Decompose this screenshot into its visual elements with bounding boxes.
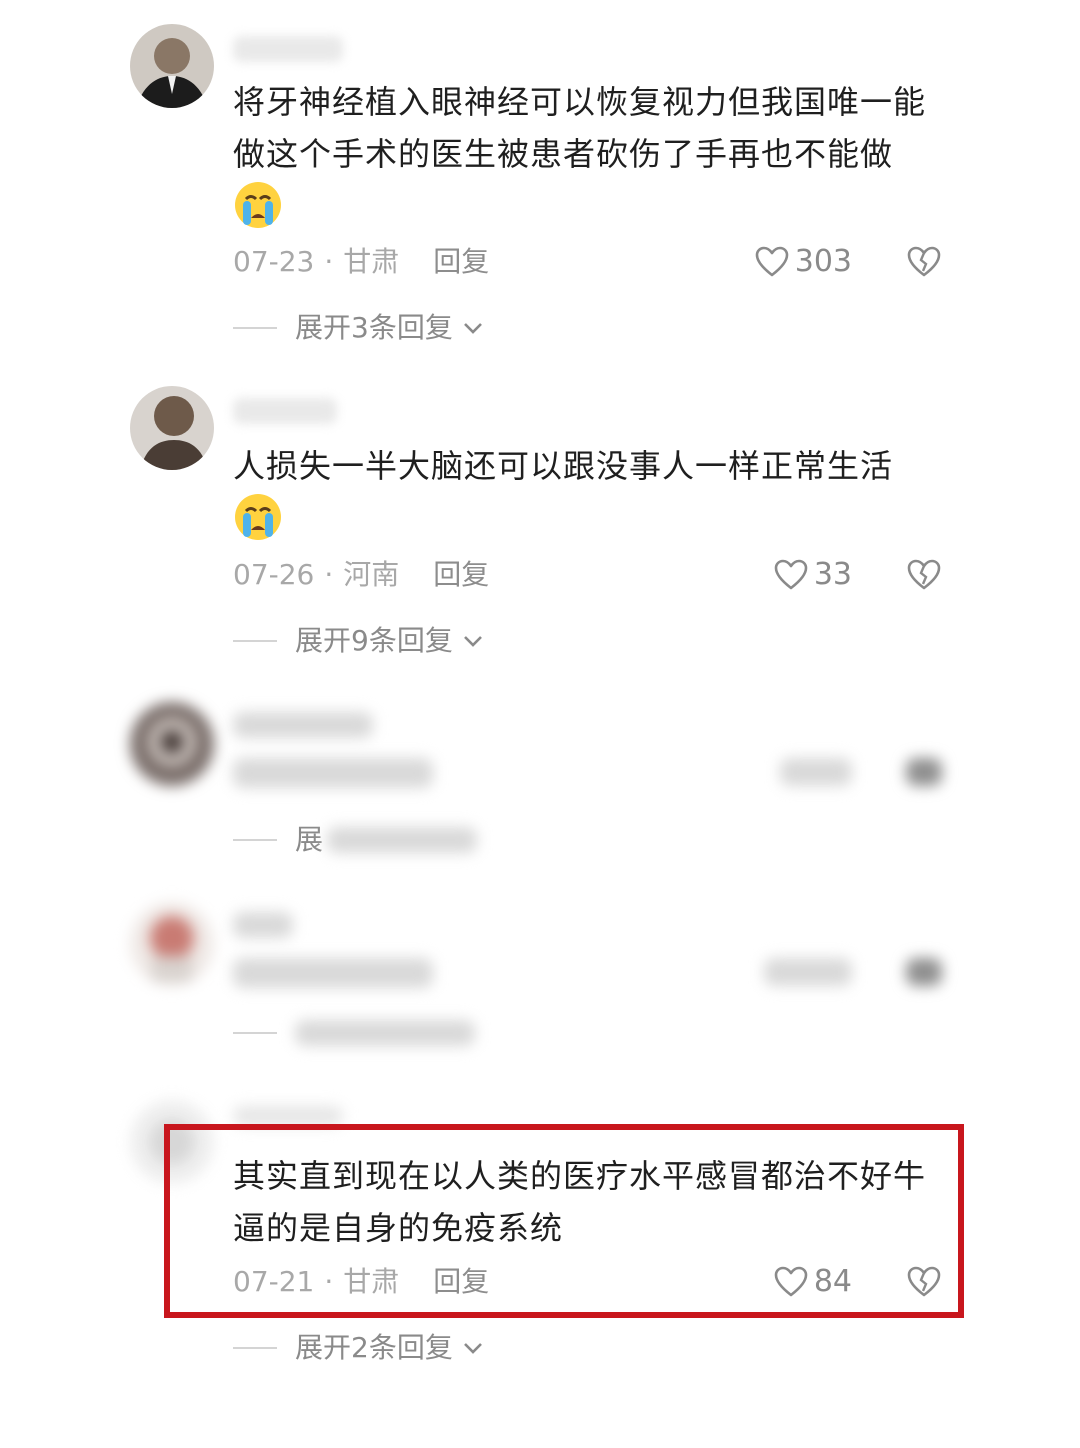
expand-replies-button[interactable]: 展 xyxy=(233,820,478,860)
comment-location: 甘肃 xyxy=(343,245,400,278)
comment-text: 将牙神经植入眼神经可以恢复视力但我国唯一能做这个手术的医生被患者砍伤了手再也不能… xyxy=(233,83,927,173)
expand-replies-button[interactable]: 展开3条回复 xyxy=(233,308,485,348)
chevron-down-icon xyxy=(463,323,482,334)
expand-label-blurred xyxy=(327,827,478,853)
username-blurred[interactable] xyxy=(233,398,337,424)
username-blurred[interactable] xyxy=(233,912,293,938)
comment-meta: 07-26 · 河南 回复 xyxy=(233,555,489,595)
expand-replies-label: 展开3条回复 xyxy=(295,311,453,344)
divider-line xyxy=(233,640,277,642)
like-button[interactable] xyxy=(764,958,852,986)
like-button[interactable]: 33 xyxy=(774,555,852,595)
avatar[interactable] xyxy=(130,386,214,470)
like-button[interactable] xyxy=(780,758,852,786)
comment-text: 人损失一半大脑还可以跟没事人一样正常生活 xyxy=(233,447,894,485)
divider-line xyxy=(233,1032,277,1034)
reply-button[interactable]: 回复 xyxy=(433,245,489,278)
chevron-down-icon xyxy=(463,1343,482,1354)
divider-line xyxy=(233,1347,277,1349)
expand-replies-label: 展开2条回复 xyxy=(295,1331,453,1364)
separator-dot: · xyxy=(324,245,334,278)
username-blurred[interactable] xyxy=(233,36,343,62)
crying-emoji-icon xyxy=(233,180,283,230)
comment-meta: 07-23 · 甘肃 回复 xyxy=(233,242,489,282)
heart-icon xyxy=(774,559,808,590)
expand-label-blurred xyxy=(295,1020,475,1046)
broken-heart-icon[interactable] xyxy=(906,758,942,786)
divider-line xyxy=(233,839,277,841)
comment-text-blurred xyxy=(233,958,433,988)
expand-replies-label: 展 xyxy=(295,823,324,856)
highlight-box xyxy=(164,1124,964,1318)
username-blurred[interactable] xyxy=(233,1106,343,1126)
chevron-down-icon xyxy=(463,636,482,647)
separator-dot: · xyxy=(324,558,334,591)
like-count: 33 xyxy=(813,557,852,592)
comment-text-blurred xyxy=(233,758,433,788)
broken-heart-icon[interactable] xyxy=(906,244,942,280)
reply-button[interactable]: 回复 xyxy=(433,558,489,591)
like-count: 303 xyxy=(794,244,852,279)
avatar[interactable] xyxy=(130,702,214,786)
avatar[interactable] xyxy=(130,24,214,108)
username-blurred[interactable] xyxy=(233,712,373,738)
comment-date: 07-26 xyxy=(233,558,315,591)
heart-icon xyxy=(755,246,789,277)
expand-replies-button[interactable] xyxy=(233,1020,475,1046)
like-button[interactable]: 303 xyxy=(755,242,852,282)
broken-heart-icon[interactable] xyxy=(906,557,942,593)
crying-emoji-icon xyxy=(233,492,283,542)
comment-location: 河南 xyxy=(343,558,400,591)
broken-heart-icon[interactable] xyxy=(906,958,942,986)
avatar[interactable] xyxy=(130,902,214,986)
divider-line xyxy=(233,327,277,329)
expand-replies-button[interactable]: 展开2条回复 xyxy=(233,1328,485,1368)
comment-date: 07-23 xyxy=(233,245,315,278)
expand-replies-label: 展开9条回复 xyxy=(295,624,453,657)
expand-replies-button[interactable]: 展开9条回复 xyxy=(233,621,485,661)
